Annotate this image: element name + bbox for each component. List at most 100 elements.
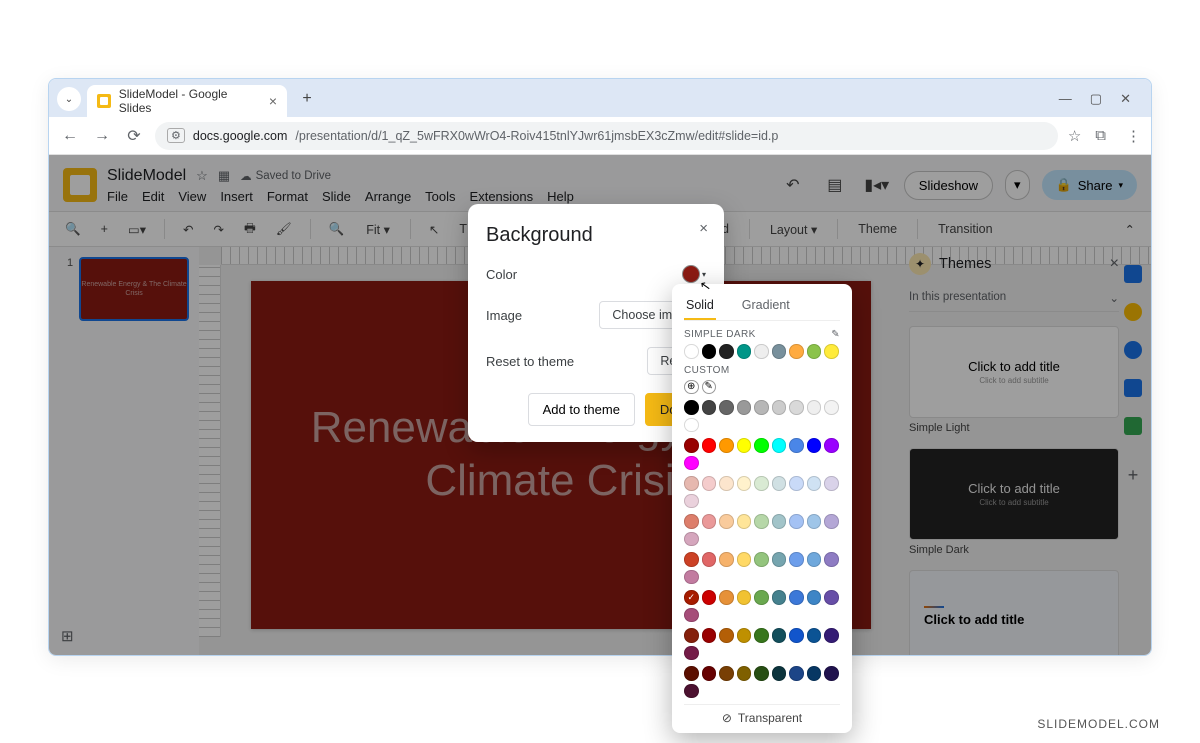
transparent-option[interactable]: ⊘ Transparent: [684, 704, 840, 725]
color-swatch[interactable]: [719, 400, 734, 415]
color-swatch[interactable]: [824, 400, 839, 415]
color-swatch[interactable]: [754, 628, 769, 643]
color-swatch[interactable]: [684, 646, 699, 661]
color-swatch[interactable]: [789, 476, 804, 491]
tab-search-button[interactable]: ⌄: [57, 87, 81, 111]
extensions-icon[interactable]: ⧉: [1095, 127, 1106, 145]
color-swatch[interactable]: [824, 628, 839, 643]
color-swatch[interactable]: [737, 438, 752, 453]
color-swatch[interactable]: [737, 590, 752, 605]
color-swatch[interactable]: [772, 438, 787, 453]
color-swatch[interactable]: [824, 344, 839, 359]
tab-close-button[interactable]: ×: [269, 93, 277, 109]
color-swatch[interactable]: [754, 400, 769, 415]
color-swatch[interactable]: [789, 438, 804, 453]
edit-theme-colors-icon[interactable]: ✎: [831, 329, 840, 340]
maximize-button[interactable]: ▢: [1090, 91, 1102, 107]
color-swatch[interactable]: [754, 590, 769, 605]
minimize-button[interactable]: —: [1059, 91, 1072, 107]
color-swatch[interactable]: [824, 552, 839, 567]
color-swatch[interactable]: [824, 590, 839, 605]
color-swatch[interactable]: [772, 344, 787, 359]
new-tab-button[interactable]: +: [293, 85, 321, 113]
color-swatch[interactable]: [719, 344, 734, 359]
color-swatch[interactable]: [702, 552, 717, 567]
color-swatch[interactable]: [824, 476, 839, 491]
color-swatch[interactable]: [772, 666, 787, 681]
forward-button[interactable]: →: [91, 125, 113, 147]
color-swatch[interactable]: [772, 552, 787, 567]
color-swatch[interactable]: [684, 570, 699, 585]
color-swatch[interactable]: [684, 418, 699, 433]
browser-tab[interactable]: SlideModel - Google Slides ×: [87, 85, 287, 117]
color-swatch[interactable]: [754, 438, 769, 453]
color-swatch[interactable]: [789, 590, 804, 605]
color-swatch[interactable]: [684, 438, 699, 453]
bookmark-star-icon[interactable]: ☆: [1068, 127, 1081, 145]
color-swatch[interactable]: [684, 590, 699, 605]
color-swatch[interactable]: [789, 628, 804, 643]
color-swatch[interactable]: [737, 552, 752, 567]
color-swatch[interactable]: [772, 400, 787, 415]
site-info-icon[interactable]: ⚙: [167, 128, 185, 143]
color-swatch[interactable]: [772, 514, 787, 529]
color-swatch[interactable]: [702, 344, 717, 359]
color-swatch[interactable]: [737, 514, 752, 529]
color-swatch[interactable]: [789, 666, 804, 681]
color-swatch[interactable]: [719, 514, 734, 529]
color-swatch[interactable]: [737, 344, 752, 359]
url-input[interactable]: ⚙ docs.google.com/presentation/d/1_qZ_5w…: [155, 122, 1058, 150]
color-swatch[interactable]: [684, 532, 699, 547]
color-swatch[interactable]: [684, 456, 699, 471]
color-swatch[interactable]: [789, 514, 804, 529]
color-swatch[interactable]: [719, 666, 734, 681]
browser-menu-icon[interactable]: ⋮: [1126, 127, 1141, 145]
color-swatch[interactable]: [824, 514, 839, 529]
color-swatch[interactable]: [702, 590, 717, 605]
color-swatch[interactable]: [807, 400, 822, 415]
color-swatch[interactable]: [807, 438, 822, 453]
color-swatch[interactable]: [737, 666, 752, 681]
color-swatch[interactable]: [684, 344, 699, 359]
color-swatch[interactable]: [807, 590, 822, 605]
color-swatch[interactable]: [684, 666, 699, 681]
add-custom-color-button[interactable]: ⊕: [684, 380, 699, 395]
color-swatch[interactable]: [719, 590, 734, 605]
color-swatch[interactable]: [719, 438, 734, 453]
color-swatch[interactable]: [807, 666, 822, 681]
color-swatch[interactable]: [702, 476, 717, 491]
color-swatch[interactable]: [719, 476, 734, 491]
color-swatch[interactable]: [807, 628, 822, 643]
color-swatch[interactable]: [754, 666, 769, 681]
color-swatch[interactable]: [807, 514, 822, 529]
color-swatch[interactable]: [684, 628, 699, 643]
color-swatch[interactable]: [702, 438, 717, 453]
color-swatch[interactable]: [737, 400, 752, 415]
color-swatch[interactable]: [807, 344, 822, 359]
color-swatch[interactable]: [684, 684, 699, 699]
reload-button[interactable]: ⟳: [123, 125, 145, 147]
color-swatch[interactable]: [702, 514, 717, 529]
color-swatch[interactable]: [772, 476, 787, 491]
color-swatch[interactable]: [684, 514, 699, 529]
add-to-theme-button[interactable]: Add to theme: [528, 393, 635, 426]
color-swatch[interactable]: [702, 666, 717, 681]
color-swatch[interactable]: [754, 344, 769, 359]
color-swatch[interactable]: [737, 476, 752, 491]
color-swatch[interactable]: [702, 400, 717, 415]
color-swatch[interactable]: [807, 552, 822, 567]
close-window-button[interactable]: ✕: [1120, 91, 1131, 107]
dialog-close-button[interactable]: ×: [699, 220, 708, 237]
solid-tab[interactable]: Solid: [684, 294, 716, 320]
color-swatch[interactable]: [754, 552, 769, 567]
color-swatch[interactable]: [789, 552, 804, 567]
color-swatch[interactable]: [702, 628, 717, 643]
color-swatch[interactable]: [807, 476, 822, 491]
color-swatch[interactable]: [719, 552, 734, 567]
color-swatch[interactable]: [684, 476, 699, 491]
color-swatch[interactable]: [772, 628, 787, 643]
color-swatch[interactable]: [684, 400, 699, 415]
color-swatch[interactable]: [754, 514, 769, 529]
color-swatch[interactable]: [824, 666, 839, 681]
eyedropper-button[interactable]: ✎: [702, 380, 717, 395]
